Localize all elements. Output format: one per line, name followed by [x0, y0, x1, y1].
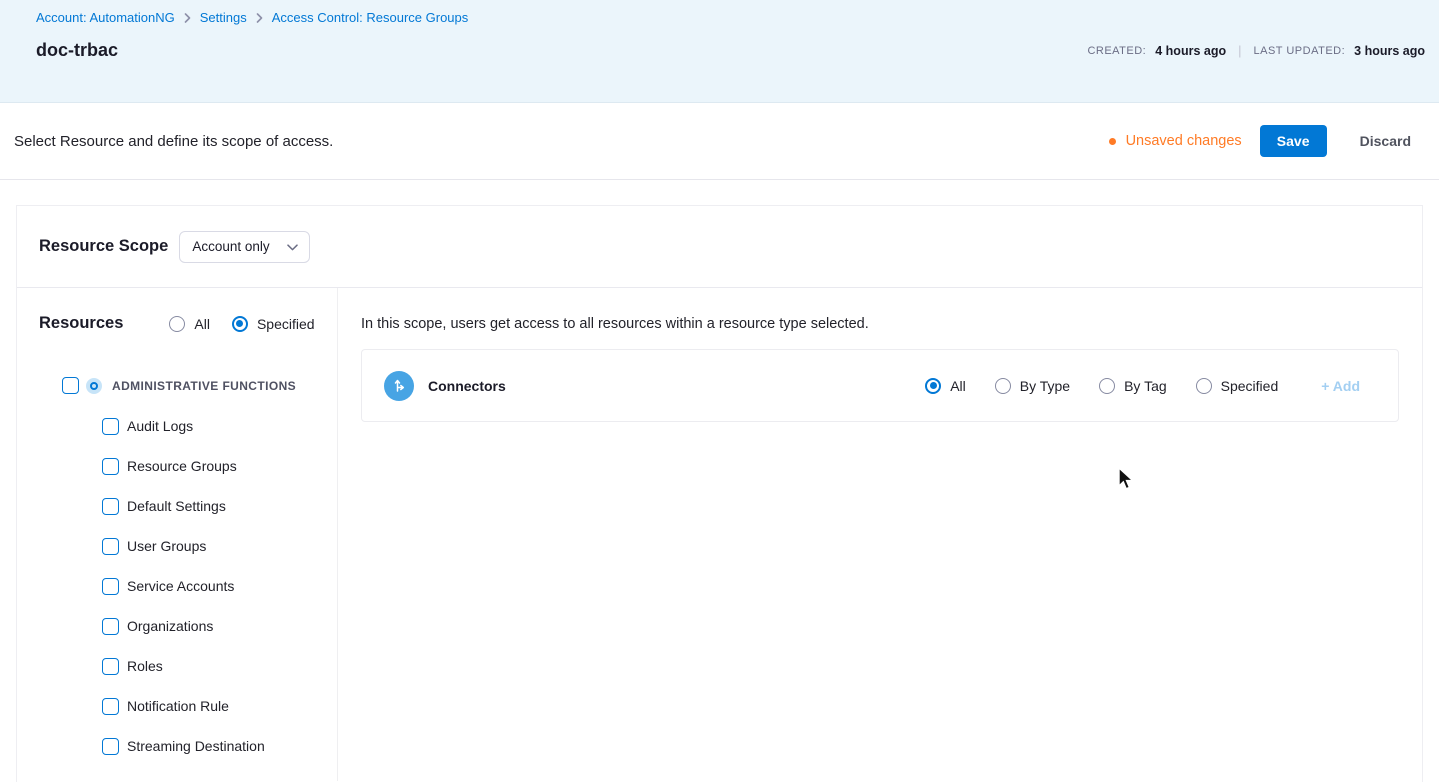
breadcrumb-resource-groups-link[interactable]: Access Control: Resource Groups: [272, 10, 469, 25]
group-label: ADMINISTRATIVE FUNCTIONS: [112, 378, 297, 393]
connectors-all-label: All: [950, 377, 966, 394]
item-checkbox[interactable]: [102, 497, 119, 515]
item-checkbox[interactable]: [102, 577, 119, 595]
radio-unchecked-icon: [1099, 377, 1116, 394]
connectors-specified-radio[interactable]: Specified: [1195, 377, 1279, 394]
chevron-right-icon: [184, 12, 191, 23]
group-checkbox[interactable]: [62, 377, 79, 394]
item-checkbox[interactable]: [102, 537, 119, 555]
resource-scope-selected-value: Account only: [192, 239, 270, 254]
toolbar-description: Select Resource and define its scope of …: [14, 132, 334, 150]
radio-unchecked-icon: [1195, 377, 1212, 394]
unsaved-dot-icon: [1108, 137, 1116, 145]
group-state-icon: [86, 377, 102, 394]
created-value: 4 hours ago: [1155, 43, 1227, 58]
unsaved-changes-label: Unsaved changes: [1125, 133, 1242, 149]
item-label: Service Accounts: [127, 578, 235, 594]
radio-checked-icon: [231, 315, 248, 332]
item-checkbox[interactable]: [102, 457, 119, 475]
radio-unchecked-icon: [994, 377, 1011, 394]
resource-scope-dropdown[interactable]: Account only: [179, 230, 311, 263]
add-connectors-link[interactable]: + Add: [1321, 378, 1360, 394]
last-updated-value: 3 hours ago: [1354, 43, 1425, 58]
item-checkbox[interactable]: [102, 737, 119, 755]
connectors-by-tag-label: By Tag: [1124, 377, 1167, 394]
connectors-access-options: All By Type By Tag Specified + Add: [925, 377, 1398, 394]
tree-item-service-accounts[interactable]: Service Accounts: [39, 566, 337, 606]
item-checkbox[interactable]: [102, 617, 119, 635]
connectors-icon: [384, 370, 414, 401]
item-label: Streaming Destination: [127, 738, 265, 754]
created-label: CREATED:: [1087, 44, 1147, 57]
tree-item-audit-logs[interactable]: Audit Logs: [39, 406, 337, 446]
resources-filter-all-radio[interactable]: All: [169, 315, 210, 332]
unsaved-changes-indicator: Unsaved changes: [1108, 133, 1242, 149]
resources-heading: Resources: [39, 314, 124, 332]
connectors-by-type-label: By Type: [1019, 377, 1071, 394]
breadcrumb-settings-link[interactable]: Settings: [200, 10, 247, 25]
tree-item-user-groups[interactable]: User Groups: [39, 526, 337, 566]
radio-checked-icon: [925, 377, 942, 394]
radio-unchecked-icon: [169, 315, 186, 332]
tree-item-streaming-destination[interactable]: Streaming Destination: [39, 726, 337, 766]
connectors-by-type-radio[interactable]: By Type: [994, 377, 1071, 394]
scope-info-text: In this scope, users get access to all r…: [361, 316, 869, 332]
tree-item-default-settings[interactable]: Default Settings: [39, 486, 337, 526]
breadcrumb: Account: AutomationNG Settings Access Co…: [36, 10, 1425, 25]
discard-button[interactable]: Discard: [1360, 133, 1411, 149]
tree-group-administrative-functions[interactable]: ADMINISTRATIVE FUNCTIONS: [39, 377, 337, 394]
resource-scope-section: Resource Scope Account only: [17, 206, 1422, 288]
resource-type-tree: ADMINISTRATIVE FUNCTIONS Audit Logs Reso…: [39, 377, 337, 766]
save-button[interactable]: Save: [1259, 125, 1327, 157]
resources-filter-specified-radio[interactable]: Specified: [231, 315, 315, 332]
page-title: doc-trbac: [36, 40, 119, 60]
action-toolbar: Select Resource and define its scope of …: [0, 103, 1439, 180]
connectors-specified-label: Specified: [1220, 377, 1279, 394]
page-header: Account: AutomationNG Settings Access Co…: [0, 0, 1439, 103]
item-label: Audit Logs: [127, 418, 194, 434]
tree-item-organizations[interactable]: Organizations: [39, 606, 337, 646]
item-label: Roles: [127, 658, 163, 674]
item-checkbox[interactable]: [102, 417, 119, 435]
item-checkbox[interactable]: [102, 657, 119, 675]
tree-item-notification-rule[interactable]: Notification Rule: [39, 686, 337, 726]
breadcrumb-account-link[interactable]: Account: AutomationNG: [36, 10, 175, 25]
tree-item-roles[interactable]: Roles: [39, 646, 337, 686]
last-updated-label: LAST UPDATED:: [1253, 44, 1346, 57]
item-label: Notification Rule: [127, 698, 229, 714]
connectors-by-tag-radio[interactable]: By Tag: [1099, 377, 1167, 394]
tree-item-resource-groups[interactable]: Resource Groups: [39, 446, 337, 486]
connectors-all-radio[interactable]: All: [925, 377, 966, 394]
item-label: Default Settings: [127, 498, 226, 514]
chevron-right-icon: [256, 12, 263, 23]
connectors-row: Connectors All By Type By Tag Specified …: [361, 349, 1399, 422]
item-label: Organizations: [127, 618, 214, 634]
resources-filter-all-label: All: [194, 315, 210, 332]
badge-dot-icon: [90, 381, 98, 390]
connectors-label: Connectors: [428, 377, 506, 394]
item-label: User Groups: [127, 538, 207, 554]
meta-separator: |: [1238, 43, 1242, 58]
item-checkbox[interactable]: [102, 697, 119, 715]
resource-scope-label: Resource Scope: [39, 237, 169, 255]
created-updated-meta: CREATED: 4 hours ago | LAST UPDATED: 3 h…: [1087, 43, 1425, 58]
chevron-down-icon: [287, 239, 299, 254]
item-label: Resource Groups: [127, 458, 237, 474]
resources-panel: Resources All Specified ADMINISTRATIVE F…: [17, 288, 338, 781]
resource-group-card: Resource Scope Account only Resources Al…: [16, 205, 1423, 782]
resources-filter-specified-label: Specified: [256, 315, 315, 332]
scope-detail-panel: In this scope, users get access to all r…: [338, 288, 1422, 781]
